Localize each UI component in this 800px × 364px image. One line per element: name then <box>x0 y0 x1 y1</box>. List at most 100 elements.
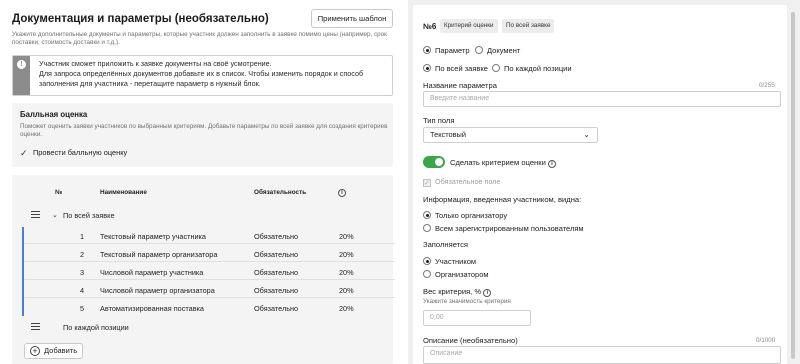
group-row-each[interactable]: По каждой позиции <box>12 320 393 335</box>
radio-dot <box>423 224 431 232</box>
table-row[interactable]: 1 Текстовый параметр участника Обязатель… <box>24 227 395 244</box>
radio-whole-request-label: По всей заявке <box>435 64 488 73</box>
radio-dot <box>423 64 431 72</box>
row-num: 3 <box>80 268 85 277</box>
rating-checkbox[interactable]: ✓ Провести балльную оценку <box>20 148 128 158</box>
visibility-label: Информация, введенная участником, видна: <box>423 195 582 204</box>
rating-title: Балльная оценка <box>20 110 88 119</box>
rating-section: Балльная оценка Поможет оценить заявки у… <box>12 103 393 167</box>
group-label: По всей заявке <box>63 211 115 220</box>
description-input[interactable]: Описание <box>423 346 781 364</box>
required-checkbox: ✓ Обязательное поле <box>423 177 501 187</box>
parameter-number: №6 <box>423 22 437 31</box>
tag-scope: По всей заявке <box>502 19 555 33</box>
row-required: Обязательно <box>254 268 299 277</box>
radio-all-users-label: Всем зарегистрированным пользователям <box>435 224 584 233</box>
row-name: Числовой параметр участника <box>100 268 204 277</box>
exclamation-icon: ! <box>17 60 26 69</box>
parameters-panel: Документация и параметры (необязательно)… <box>0 0 400 364</box>
weight-input[interactable]: 0,00 <box>423 310 531 326</box>
criterion-toggle-label: Сделать критерием оценки i <box>450 158 556 168</box>
required-checkbox-label: Обязательное поле <box>435 177 501 186</box>
radio-document-label: Документ <box>487 46 521 55</box>
radio-parameter[interactable]: Параметр <box>423 45 470 55</box>
table-row[interactable]: 5 Автоматизированная поставка Обязательн… <box>24 299 395 316</box>
field-type-label: Тип поля <box>423 116 455 125</box>
checkmark-icon: ✓ <box>20 148 28 158</box>
rating-checkbox-label: Провести балльную оценку <box>33 148 128 157</box>
row-weight: 20% <box>339 268 354 277</box>
plus-icon: + <box>30 346 40 356</box>
row-name: Автоматизированная поставка <box>100 304 204 313</box>
group-rows: 1 Текстовый параметр участника Обязатель… <box>22 227 395 316</box>
row-required: Обязательно <box>254 250 299 259</box>
checkmark-icon: ✓ <box>423 179 431 187</box>
radio-dot <box>423 46 431 54</box>
chevron-down-icon: ⌄ <box>583 130 590 139</box>
table-row[interactable]: 3 Числовой параметр участника Обязательн… <box>24 263 395 280</box>
radio-participant[interactable]: Участником <box>423 256 476 266</box>
col-header-num: № <box>55 189 63 196</box>
row-name: Текстовый параметр участника <box>100 232 206 241</box>
radio-all-users[interactable]: Всем зарегистрированным пользователям <box>423 223 584 233</box>
description-label: Описание (необязательно) <box>423 336 518 345</box>
row-name: Текстовый параметр организатора <box>100 250 218 259</box>
editor-sheet: №6 Критерий оценки По всей заявке Параме… <box>413 5 787 364</box>
row-required: Обязательно <box>254 232 299 241</box>
drag-handle-icon[interactable] <box>31 211 40 218</box>
scrollbar[interactable] <box>791 12 795 359</box>
info-icon: i <box>547 160 556 168</box>
row-num: 2 <box>80 250 85 259</box>
radio-dot <box>423 211 431 219</box>
group-label: По каждой позиции <box>63 323 129 332</box>
radio-dot <box>475 46 483 54</box>
table-row[interactable]: 4 Числовой параметр организатора Обязате… <box>24 281 395 298</box>
info-icon: i <box>338 189 346 197</box>
info-text: Участник сможет приложить к заявке докум… <box>39 59 389 89</box>
parameter-editor-panel: №6 Критерий оценки По всей заявке Параме… <box>408 0 800 364</box>
radio-dot <box>423 257 431 265</box>
radio-whole-request[interactable]: По всей заявке <box>423 63 488 73</box>
tag-criterion: Критерий оценки <box>440 19 498 33</box>
info-icon: i <box>483 289 492 297</box>
radio-organizer-only[interactable]: Только организатору <box>423 210 507 220</box>
criterion-toggle[interactable] <box>423 156 445 168</box>
info-line-1: Участник сможет приложить к заявке докум… <box>39 59 272 68</box>
table-row[interactable]: 2 Текстовый параметр организатора Обязат… <box>24 245 395 262</box>
info-line-2: Для запроса определённых документов доба… <box>39 69 364 88</box>
chevron-down-icon[interactable]: ⌄ <box>52 211 58 219</box>
radio-each-position[interactable]: По каждой позиции <box>492 63 572 73</box>
info-stripe: ! <box>13 56 30 95</box>
group-row-all[interactable]: ⌄ По всей заявке <box>12 208 393 223</box>
radio-organizer[interactable]: Организатором <box>423 269 489 279</box>
row-num: 5 <box>80 304 85 313</box>
page-title: Документация и параметры (необязательно) <box>12 13 269 25</box>
radio-document[interactable]: Документ <box>475 45 520 55</box>
page-subtitle: Укажите дополнительные документы и парам… <box>12 31 387 46</box>
drag-handle-icon[interactable] <box>31 323 40 330</box>
row-required: Обязательно <box>254 286 299 295</box>
add-button[interactable]: + Добавить <box>24 343 83 359</box>
name-field-counter: 0/255 <box>759 82 775 89</box>
name-input[interactable]: Введите название <box>423 91 781 107</box>
description-counter: 0/1000 <box>756 337 776 344</box>
apply-template-button[interactable]: Применить шаблон <box>311 9 393 28</box>
add-button-label: Добавить <box>44 346 78 355</box>
radio-organizer-only-label: Только организатору <box>435 211 508 220</box>
field-type-value: Текстовый <box>430 130 466 139</box>
row-weight: 20% <box>339 286 354 295</box>
weight-hint: Укажите значимость критерия <box>423 298 511 305</box>
radio-each-position-label: По каждой позиции <box>504 64 572 73</box>
parameters-table: № Наименование Обязательность i ⌄ По все… <box>12 175 395 364</box>
col-header-name: Наименование <box>100 189 147 196</box>
radio-dot <box>423 270 431 278</box>
field-type-select[interactable]: Текстовый ⌄ <box>423 127 598 143</box>
radio-organizer-label: Организатором <box>435 270 489 279</box>
radio-participant-label: Участником <box>435 257 477 266</box>
weight-label: Вес критерия, % i <box>423 287 492 297</box>
row-num: 1 <box>80 232 85 241</box>
radio-parameter-label: Параметр <box>435 46 470 55</box>
filled-by-label: Заполняется <box>423 240 468 249</box>
row-name: Числовой параметр организатора <box>100 286 215 295</box>
name-field-label: Название параметра <box>423 81 497 90</box>
